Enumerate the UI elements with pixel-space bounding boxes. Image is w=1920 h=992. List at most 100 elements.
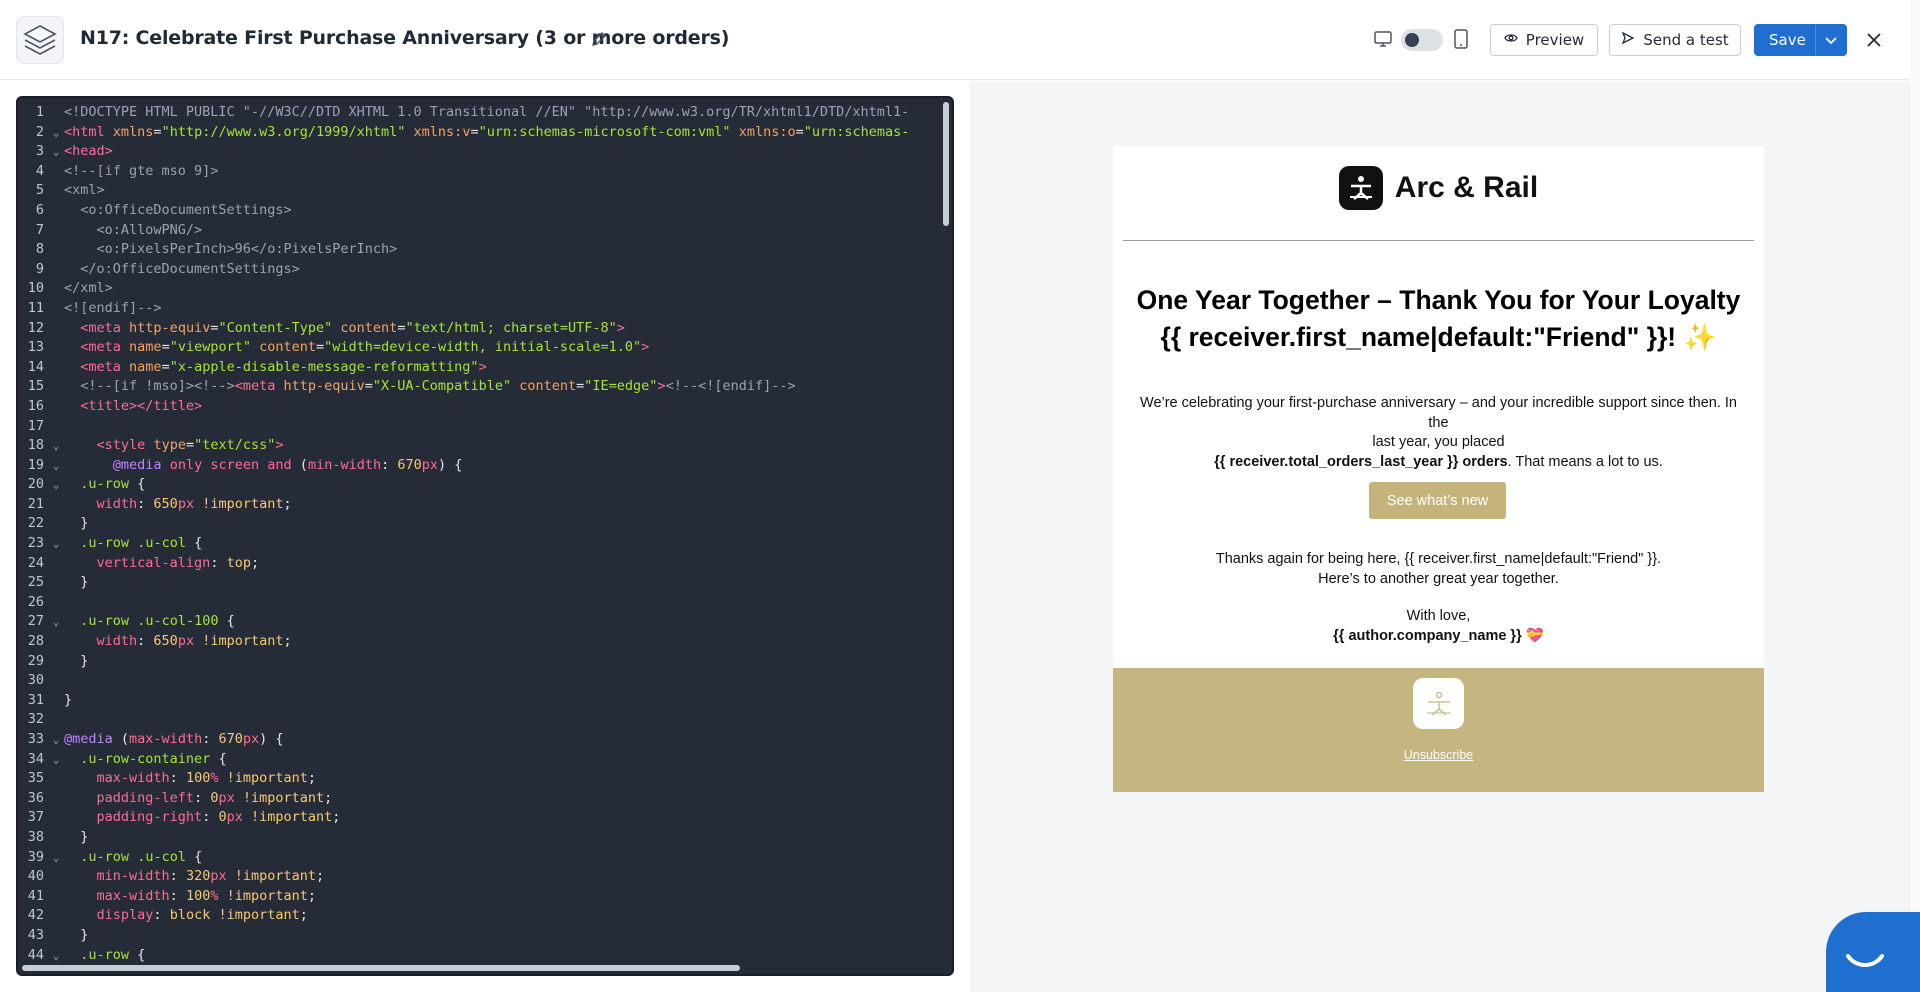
- code-line[interactable]: 21 width: 650px !important;: [18, 495, 952, 515]
- code-text[interactable]: .u-row .u-col {: [64, 848, 952, 868]
- code-line[interactable]: 4 <!--[if gte mso 9]>: [18, 162, 952, 182]
- device-toggle[interactable]: [1401, 29, 1443, 51]
- code-line[interactable]: 35 max-width: 100% !important;: [18, 769, 952, 789]
- code-text[interactable]: vertical-align: top;: [64, 554, 952, 574]
- code-line[interactable]: 15 <!--[if !mso]><!--><meta http-equiv="…: [18, 377, 952, 397]
- preview-button[interactable]: Preview: [1490, 24, 1598, 56]
- code-text[interactable]: min-width: 320px !important;: [64, 867, 952, 887]
- code-text[interactable]: </o:OfficeDocumentSettings>: [64, 260, 952, 280]
- code-line[interactable]: 6 <o:OfficeDocumentSettings>: [18, 201, 952, 221]
- code-line[interactable]: 13 <meta name="viewport" content="width=…: [18, 338, 952, 358]
- fold-chevron-icon[interactable]: ⌄: [48, 612, 64, 632]
- code-text[interactable]: }: [64, 514, 952, 534]
- code-line[interactable]: 20 ⌄ .u-row {: [18, 475, 952, 495]
- code-text[interactable]: <o:OfficeDocumentSettings>: [64, 201, 952, 221]
- code-text[interactable]: .u-row {: [64, 946, 952, 966]
- code-line[interactable]: 29 }: [18, 652, 952, 672]
- code-text[interactable]: <xml>: [64, 181, 952, 201]
- code-text[interactable]: padding-left: 0px !important;: [64, 789, 952, 809]
- code-line[interactable]: 39 ⌄ .u-row .u-col {: [18, 848, 952, 868]
- fold-chevron-icon[interactable]: ⌄: [48, 946, 64, 966]
- code-line[interactable]: 8 <o:PixelsPerInch>96</o:PixelsPerInch>: [18, 240, 952, 260]
- fold-chevron-icon[interactable]: ⌄: [48, 534, 64, 554]
- code-line[interactable]: 14 <meta name="x-apple-disable-message-r…: [18, 358, 952, 378]
- code-line[interactable]: 27 ⌄ .u-row .u-col-100 {: [18, 612, 952, 632]
- code-text[interactable]: }: [64, 573, 952, 593]
- code-text[interactable]: .u-row-container {: [64, 750, 952, 770]
- code-text[interactable]: <style type="text/css">: [64, 436, 952, 456]
- code-text[interactable]: </xml>: [64, 279, 952, 299]
- close-icon[interactable]: [1864, 30, 1884, 55]
- code-text[interactable]: [64, 710, 952, 730]
- code-line[interactable]: 1 <!DOCTYPE HTML PUBLIC "-//W3C//DTD XHTM…: [18, 103, 952, 123]
- unsubscribe-link[interactable]: Unsubscribe: [1113, 748, 1764, 762]
- code-text[interactable]: padding-right: 0px !important;: [64, 808, 952, 828]
- code-text[interactable]: width: 650px !important;: [64, 632, 952, 652]
- code-line[interactable]: 22 }: [18, 514, 952, 534]
- code-line[interactable]: 12 <meta http-equiv="Content-Type" conte…: [18, 319, 952, 339]
- code-text[interactable]: .u-row .u-col {: [64, 534, 952, 554]
- code-line[interactable]: 5 <xml>: [18, 181, 952, 201]
- vertical-scrollbar[interactable]: [943, 102, 949, 226]
- code-editor[interactable]: 1 <!DOCTYPE HTML PUBLIC "-//W3C//DTD XHTM…: [16, 96, 954, 976]
- chat-icon[interactable]: [1826, 912, 1920, 992]
- fold-chevron-icon[interactable]: ⌄: [48, 436, 64, 456]
- code-line[interactable]: 41 max-width: 100% !important;: [18, 887, 952, 907]
- pencil-icon[interactable]: [590, 30, 608, 48]
- code-text[interactable]: max-width: 100% !important;: [64, 887, 952, 907]
- code-line[interactable]: 37 padding-right: 0px !important;: [18, 808, 952, 828]
- code-line[interactable]: 26: [18, 593, 952, 613]
- code-line[interactable]: 43 }: [18, 926, 952, 946]
- code-text[interactable]: }: [64, 828, 952, 848]
- code-line[interactable]: 44 ⌄ .u-row {: [18, 946, 952, 966]
- code-line[interactable]: 36 padding-left: 0px !important;: [18, 789, 952, 809]
- fold-chevron-icon[interactable]: ⌄: [48, 848, 64, 868]
- code-line[interactable]: 34 ⌄ .u-row-container {: [18, 750, 952, 770]
- code-line[interactable]: 33 ⌄ @media (max-width: 670px) {: [18, 730, 952, 750]
- code-text[interactable]: [64, 671, 952, 691]
- code-line[interactable]: 9 </o:OfficeDocumentSettings>: [18, 260, 952, 280]
- layers-icon[interactable]: [16, 16, 64, 64]
- code-text[interactable]: <!--[if gte mso 9]>: [64, 162, 952, 182]
- code-line[interactable]: 18 ⌄ <style type="text/css">: [18, 436, 952, 456]
- send-test-button[interactable]: Send a test: [1609, 24, 1741, 56]
- code-text[interactable]: @media (max-width: 670px) {: [64, 730, 952, 750]
- code-line[interactable]: 7 <o:AllowPNG/>: [18, 221, 952, 241]
- desktop-icon[interactable]: [1373, 29, 1393, 54]
- chevron-down-icon[interactable]: [1823, 32, 1839, 52]
- code-line[interactable]: 23 ⌄ .u-row .u-col {: [18, 534, 952, 554]
- code-text[interactable]: [64, 593, 952, 613]
- code-text[interactable]: <html xmlns="http://www.w3.org/1999/xhtm…: [64, 123, 952, 143]
- code-text[interactable]: max-width: 100% !important;: [64, 769, 952, 789]
- fold-chevron-icon[interactable]: ⌄: [48, 123, 64, 143]
- code-line[interactable]: 28 width: 650px !important;: [18, 632, 952, 652]
- code-text[interactable]: <o:AllowPNG/>: [64, 221, 952, 241]
- code-lines[interactable]: 1 <!DOCTYPE HTML PUBLIC "-//W3C//DTD XHTM…: [18, 103, 952, 965]
- code-line[interactable]: 2 ⌄ <html xmlns="http://www.w3.org/1999/xh…: [18, 123, 952, 143]
- code-text[interactable]: .u-row .u-col-100 {: [64, 612, 952, 632]
- code-text[interactable]: <title></title>: [64, 397, 952, 417]
- code-text[interactable]: <!DOCTYPE HTML PUBLIC "-//W3C//DTD XHTML…: [64, 103, 952, 123]
- code-text[interactable]: <![endif]-->: [64, 299, 952, 319]
- fold-chevron-icon[interactable]: ⌄: [48, 142, 64, 162]
- code-text[interactable]: <head>: [64, 142, 952, 162]
- fold-chevron-icon[interactable]: ⌄: [48, 456, 64, 476]
- code-line[interactable]: 16 <title></title>: [18, 397, 952, 417]
- code-text[interactable]: display: block !important;: [64, 906, 952, 926]
- fold-chevron-icon[interactable]: ⌄: [48, 475, 64, 495]
- fold-chevron-icon[interactable]: ⌄: [48, 730, 64, 750]
- code-line[interactable]: 42 display: block !important;: [18, 906, 952, 926]
- mobile-icon[interactable]: [1453, 29, 1469, 54]
- code-line[interactable]: 25 }: [18, 573, 952, 593]
- code-line[interactable]: 32: [18, 710, 952, 730]
- code-line[interactable]: 19 ⌄ @media only screen and (min-width: 6…: [18, 456, 952, 476]
- code-text[interactable]: <!--[if !mso]><!--><meta http-equiv="X-U…: [64, 377, 952, 397]
- code-line[interactable]: 17: [18, 417, 952, 437]
- code-line[interactable]: 11 <![endif]-->: [18, 299, 952, 319]
- code-text[interactable]: }: [64, 926, 952, 946]
- code-text[interactable]: <meta http-equiv="Content-Type" content=…: [64, 319, 952, 339]
- fold-chevron-icon[interactable]: ⌄: [48, 750, 64, 770]
- code-line[interactable]: 38 }: [18, 828, 952, 848]
- code-text[interactable]: @media only screen and (min-width: 670px…: [64, 456, 952, 476]
- code-text[interactable]: <meta name="x-apple-disable-message-refo…: [64, 358, 952, 378]
